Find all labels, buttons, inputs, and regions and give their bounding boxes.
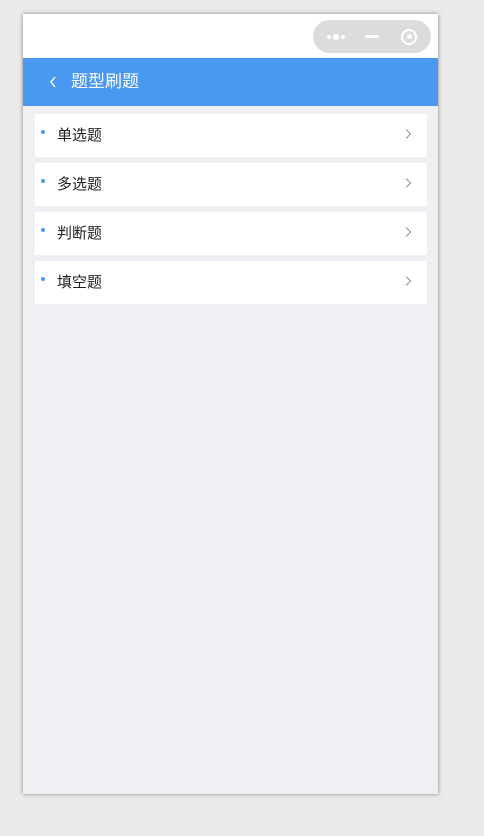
chevron-right-icon [405,129,412,139]
list-item-true-false[interactable]: 判断题 [35,212,427,255]
chevron-left-icon [50,76,56,88]
list-item-fill-in-blank[interactable]: 填空题 [35,261,427,304]
page-title: 题型刷题 [71,72,139,92]
list-item-label: 判断题 [57,224,103,242]
mini-program-capsule [313,20,431,53]
navigation-bar: 题型刷题 [23,58,438,106]
bullet-dot [41,277,45,281]
more-dots-icon[interactable] [319,20,353,53]
bullet-dot [41,179,45,183]
list-item-label: 单选题 [57,126,103,144]
back-button[interactable] [41,68,65,96]
list-item-multiple-choice[interactable]: 多选题 [35,163,427,206]
chevron-right-icon [405,178,412,188]
status-bar [23,14,438,58]
question-type-list: 单选题 多选题 判断题 填空题 [35,114,427,310]
minimize-icon[interactable] [357,20,387,53]
list-item-single-choice[interactable]: 单选题 [35,114,427,157]
list-item-label: 多选题 [57,175,103,193]
chevron-right-icon [405,276,412,286]
list-item-label: 填空题 [57,273,103,291]
bullet-dot [41,130,45,134]
close-circle-icon[interactable] [391,20,427,53]
chevron-right-icon [405,227,412,237]
phone-frame: 题型刷题 单选题 多选题 判断题 填空题 [23,14,438,794]
bullet-dot [41,228,45,232]
